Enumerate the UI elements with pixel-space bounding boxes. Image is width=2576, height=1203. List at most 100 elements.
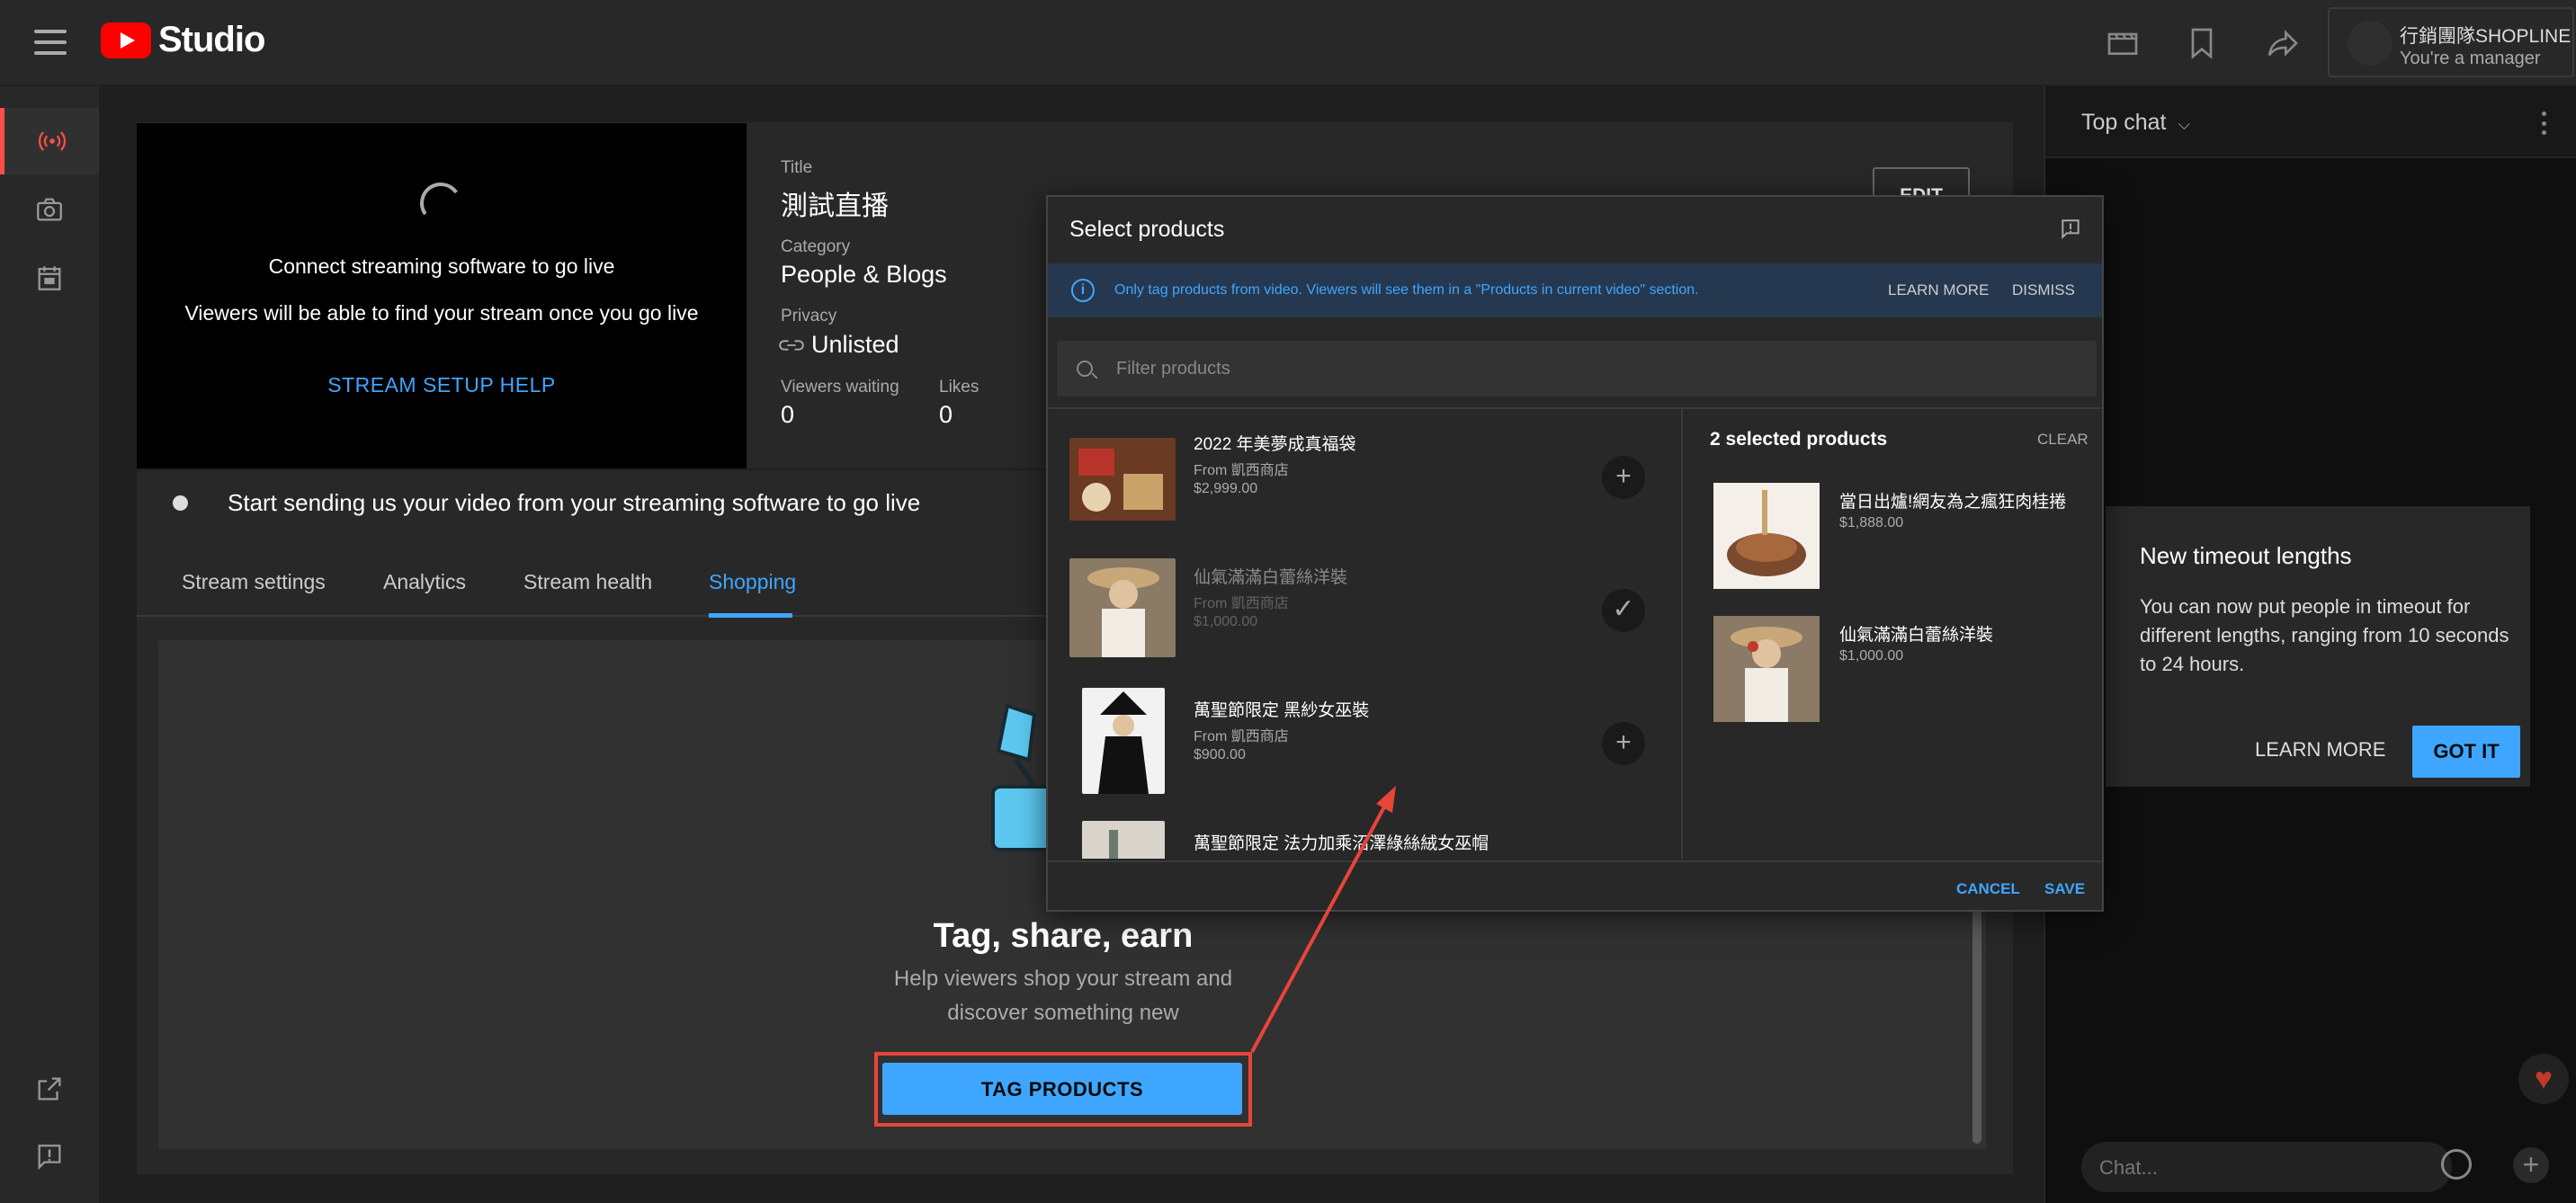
- selected-product[interactable]: 仙氣滿滿白蕾絲洋裝 $1,000.00: [1683, 616, 2102, 749]
- loading-spinner-icon: [416, 179, 465, 227]
- product-row[interactable]: 萬聖節限定 法力加乘沼澤綠絲絨女巫帽: [1048, 808, 1681, 859]
- selected-check-button[interactable]: ✓: [1602, 589, 1645, 632]
- stream-title: 測試直播: [781, 192, 889, 221]
- product-list: 2022 年美夢成真福袋 From 凱西商店 $2,999.00 + 仙氣滿滿白…: [1048, 407, 1683, 859]
- more-options-icon[interactable]: [2542, 111, 2547, 135]
- chat-input[interactable]: Chat...: [2081, 1142, 2452, 1192]
- shopping-subtitle-line-1: Help viewers shop your stream and: [893, 967, 1233, 991]
- tag-products-button[interactable]: TAG PRODUCTS: [882, 1063, 1242, 1115]
- chat-title: Top chat: [2081, 110, 2167, 135]
- selected-products-pane: 2 selected products CLEAR 當日出爐!網友為之瘋狂肉桂捲…: [1683, 407, 2102, 859]
- info-banner-text: Only tag products from video. Viewers wi…: [1114, 282, 1699, 298]
- title-label: Title: [781, 158, 813, 177]
- product-name: 仙氣滿滿白蕾絲洋裝: [1194, 568, 1348, 587]
- youtube-logo-icon: [101, 22, 151, 58]
- preview-line-2: Viewers will be able to find your stream…: [184, 301, 699, 325]
- nav-webcam[interactable]: [0, 176, 99, 243]
- status-dot-icon: [173, 495, 188, 511]
- timeout-tooltip: New timeout lengths You can now put peop…: [2106, 506, 2530, 787]
- product-store: From 凱西商店: [1194, 463, 1289, 478]
- product-thumbnail: [1082, 688, 1165, 794]
- bookmark-icon[interactable]: [2184, 25, 2220, 61]
- tab-stream-health[interactable]: Stream health: [523, 570, 652, 594]
- privacy-label: Privacy: [781, 307, 837, 325]
- select-products-dialog: Select products i Only tag products from…: [1046, 195, 2104, 912]
- tab-analytics[interactable]: Analytics: [383, 570, 466, 594]
- clapperboard-icon[interactable]: [2105, 25, 2141, 61]
- menu-icon[interactable]: [32, 27, 68, 58]
- product-store: From 凱西商店: [1194, 596, 1289, 611]
- got-it-button[interactable]: GOT IT: [2412, 726, 2520, 778]
- status-text: Start sending us your video from your st…: [228, 489, 921, 516]
- product-name: 2022 年美夢成真福袋: [1194, 435, 1356, 454]
- clear-button[interactable]: CLEAR: [2037, 431, 2089, 449]
- feedback-icon: [38, 1145, 61, 1171]
- category-value: People & Blogs: [781, 261, 947, 288]
- active-tab-indicator: [709, 613, 792, 618]
- product-thumbnail: [1069, 438, 1176, 521]
- logo-text: Studio: [158, 20, 265, 59]
- account-role: You're a manager: [2400, 49, 2541, 68]
- info-icon: i: [1071, 279, 1095, 302]
- save-button[interactable]: SAVE: [2044, 880, 2085, 898]
- selected-product-price: $1,000.00: [1839, 648, 1904, 664]
- chevron-down-icon: ⌵: [2178, 115, 2191, 133]
- panel-scrollbar[interactable]: [1972, 910, 1981, 1144]
- stream-setup-help-link[interactable]: STREAM SETUP HELP: [137, 373, 747, 397]
- dialog-footer: CANCEL SAVE: [1048, 860, 2102, 911]
- nav-external[interactable]: [0, 1056, 99, 1122]
- shopping-heading: Tag, share, earn: [933, 917, 1194, 955]
- broadcast-icon: [38, 131, 66, 151]
- nav-manage[interactable]: [0, 245, 99, 311]
- selected-count-heading: 2 selected products: [1710, 429, 1888, 450]
- product-row[interactable]: 仙氣滿滿白蕾絲洋裝 From 凱西商店 $1,000.00 ✓: [1048, 542, 1681, 675]
- dismiss-button[interactable]: DISMISS: [2012, 281, 2075, 299]
- camera-icon: [37, 198, 62, 221]
- share-icon[interactable]: [2265, 25, 2301, 61]
- tab-shopping[interactable]: Shopping: [709, 570, 796, 594]
- category-label: Category: [781, 237, 851, 256]
- privacy-value: Unlisted: [811, 331, 899, 358]
- product-thumbnail: [1069, 558, 1176, 657]
- heart-reaction-icon[interactable]: ♥: [2518, 1054, 2569, 1104]
- selected-product[interactable]: 當日出爐!網友為之瘋狂肉桂捲 $1,888.00: [1683, 483, 2102, 616]
- dialog-title: Select products: [1069, 217, 1225, 242]
- studio-logo[interactable]: Studio: [101, 20, 265, 60]
- link-icon: [779, 340, 804, 351]
- product-name: 萬聖節限定 黑紗女巫裝: [1194, 701, 1370, 720]
- product-row[interactable]: 萬聖節限定 黑紗女巫裝 From 凱西商店 $900.00 +: [1048, 675, 1681, 808]
- product-price: $2,999.00: [1194, 481, 1258, 496]
- nav-stream[interactable]: [0, 108, 99, 174]
- nav-feedback[interactable]: [0, 1124, 99, 1190]
- product-price: $900.00: [1194, 747, 1246, 762]
- product-name: 萬聖節限定 法力加乘沼澤綠絲絨女巫帽: [1194, 834, 1489, 853]
- filter-products-input[interactable]: Filter products: [1057, 341, 2097, 397]
- tab-stream-settings[interactable]: Stream settings: [182, 570, 326, 594]
- product-thumbnail: [1082, 821, 1165, 859]
- likes-value: 0: [939, 401, 953, 428]
- timeout-learn-more-button[interactable]: LEARN MORE: [2255, 738, 2385, 762]
- add-product-button[interactable]: +: [1602, 456, 1645, 499]
- account-name: 行銷團隊SHOPLINE: [2400, 26, 2572, 47]
- learn-more-link[interactable]: LEARN MORE: [1888, 281, 1989, 299]
- product-thumbnail: [1713, 483, 1820, 589]
- cancel-button[interactable]: CANCEL: [1956, 880, 2020, 898]
- add-product-button[interactable]: +: [1602, 722, 1645, 765]
- chat-mode-dropdown[interactable]: Top chat ⌵: [2081, 110, 2190, 136]
- emoji-icon[interactable]: [2441, 1149, 2472, 1180]
- avatar: [2348, 21, 2393, 66]
- report-flag-icon[interactable]: [2059, 217, 2082, 242]
- preview-line-1: Connect streaming software to go live: [268, 254, 615, 278]
- account-switcher[interactable]: 行銷團隊SHOPLINE You're a manager: [2328, 7, 2574, 77]
- viewers-waiting-value: 0: [781, 401, 795, 428]
- product-row[interactable]: 2022 年美夢成真福袋 From 凱西商店 $2,999.00 +: [1048, 409, 1681, 542]
- filter-placeholder: Filter products: [1116, 359, 1230, 379]
- product-price: $1,000.00: [1194, 614, 1258, 629]
- add-icon[interactable]: +: [2513, 1147, 2549, 1183]
- top-bar: Studio 行銷團隊SHOPLINE You're a manager: [0, 0, 2576, 86]
- selected-product-name: 仙氣滿滿白蕾絲洋裝: [1839, 626, 1994, 645]
- selected-product-name: 當日出爐!網友為之瘋狂肉桂捲: [1839, 493, 2067, 512]
- timeout-body: You can now put people in timeout for di…: [2140, 595, 2509, 675]
- viewers-waiting-label: Viewers waiting: [781, 378, 899, 397]
- product-thumbnail: [1713, 616, 1820, 722]
